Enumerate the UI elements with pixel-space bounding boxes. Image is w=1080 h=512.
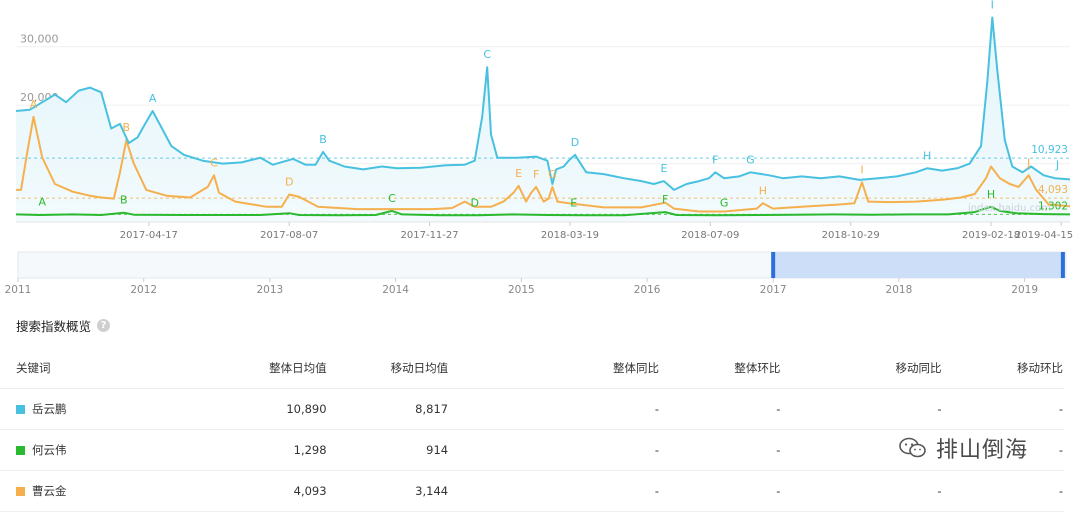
x-tick-label: 2018-03-19 [541, 230, 599, 241]
event-marker-label[interactable]: D [285, 176, 293, 189]
event-marker-label[interactable]: B [120, 194, 128, 207]
overview-year-label: 2019 [1011, 284, 1038, 296]
mobile-mom: - [942, 388, 1064, 430]
y-tick-label: 30,000 [20, 33, 59, 46]
overview-year-label: 2013 [256, 284, 283, 296]
series-end-value: 1,302 [1038, 200, 1068, 212]
x-tick-label: 2018-10-29 [822, 230, 880, 241]
legend-swatch [16, 487, 25, 496]
table-row: 岳云鹏 10,890 8,817 - - - - [0, 388, 1064, 430]
legend-swatch [16, 446, 25, 455]
series-end-value: 10,923 [1031, 144, 1068, 156]
x-tick-label: 2019-02-18 [962, 230, 1020, 241]
column-header: 移动环比 [942, 348, 1064, 389]
event-marker-label[interactable]: C [483, 48, 491, 61]
x-tick-label: 2018-07-09 [681, 230, 739, 241]
event-marker-label[interactable]: G [746, 153, 755, 166]
keyword-cell: 何云伟 [0, 429, 226, 471]
overview-table: 关键词 整体日均值 移动日均值 整体同比 整体环比 移动同比 移动环比 岳云鹏 … [0, 348, 1064, 512]
keyword-label: 何云伟 [32, 443, 67, 457]
event-marker-label[interactable]: F [712, 153, 718, 166]
event-marker-label[interactable]: J [1055, 159, 1059, 172]
overview-year-label: 2011 [5, 284, 32, 296]
mobile-average: 8,817 [327, 388, 450, 430]
event-marker-label[interactable]: F [662, 193, 668, 206]
legend-swatch [16, 405, 25, 414]
overview-year-label: 2017 [760, 284, 787, 296]
overall-mom: - [659, 388, 782, 430]
series-end-value: 4,093 [1038, 184, 1068, 196]
overview-title: 搜索指数概览 [16, 319, 92, 334]
overall-mom: - [659, 470, 782, 512]
search-index-chart: 10,00020,00030,000ABCDEFGHIJABCDEFGHIJAB… [5, 0, 1073, 296]
event-marker-label[interactable]: I [991, 0, 994, 12]
event-marker-label[interactable]: A [149, 92, 157, 105]
event-marker-label[interactable]: A [39, 196, 47, 209]
overview-year-label: 2014 [382, 284, 409, 296]
question-icon[interactable]: ? [97, 319, 111, 332]
keyword-cell: 岳云鹏 [0, 388, 226, 430]
event-marker-label[interactable]: B [319, 133, 327, 146]
table-row: 曹云金 4,093 3,144 - - - - [0, 470, 1064, 512]
column-header: 整体同比 [449, 348, 660, 389]
overview-heading: 搜索指数概览 ? [16, 316, 111, 335]
column-header: 移动同比 [781, 348, 943, 389]
event-marker-label[interactable]: E [660, 162, 667, 175]
column-header: 移动日均值 [327, 348, 450, 389]
range-handle-right[interactable] [1060, 252, 1065, 278]
range-handle-left[interactable] [771, 252, 776, 278]
overall-yoy: - [449, 470, 660, 512]
series-area-fill [16, 17, 1070, 222]
event-marker-label[interactable]: F [533, 168, 539, 181]
column-header: 整体日均值 [225, 348, 328, 389]
mobile-mom: - [942, 470, 1064, 512]
keyword-label: 曹云金 [32, 484, 67, 498]
overview-year-label: 2015 [508, 284, 535, 296]
event-marker-label[interactable]: C [210, 156, 218, 169]
overall-mom: - [659, 429, 782, 471]
watermark-text: 排山倒海 [936, 438, 1029, 463]
wechat-watermark: 排山倒海 [898, 432, 1028, 464]
event-marker-label[interactable]: J [1026, 156, 1030, 169]
event-marker-label[interactable]: G [720, 196, 729, 209]
event-marker-label[interactable]: E [570, 196, 577, 209]
event-marker-label[interactable]: H [987, 188, 995, 201]
x-tick-label: 2017-08-07 [260, 230, 318, 241]
mobile-yoy: - [781, 470, 943, 512]
table-header-row: 关键词 整体日均值 移动日均值 整体同比 整体环比 移动同比 移动环比 [0, 348, 1064, 389]
event-marker-label[interactable]: A [30, 98, 38, 111]
event-marker-label[interactable]: E [515, 167, 522, 180]
column-header: 关键词 [0, 348, 226, 389]
selected-range[interactable] [773, 252, 1063, 278]
mobile-average: 3,144 [327, 470, 450, 512]
x-tick-label: 2017-04-17 [120, 230, 178, 241]
mobile-yoy: - [781, 388, 943, 430]
event-marker-label[interactable]: C [388, 192, 396, 205]
event-marker-label[interactable]: H [759, 184, 767, 197]
overall-average: 10,890 [225, 388, 328, 430]
event-marker-label[interactable]: G [548, 168, 557, 181]
event-marker-label[interactable]: H [923, 149, 931, 162]
event-marker-label[interactable]: B [123, 121, 131, 134]
overall-average: 1,298 [225, 429, 328, 471]
overview-year-label: 2018 [886, 284, 913, 296]
event-marker-label[interactable]: D [470, 196, 478, 209]
mobile-average: 914 [327, 429, 450, 471]
event-marker-label[interactable]: I [860, 163, 863, 176]
overall-yoy: - [449, 429, 660, 471]
x-tick-label: 2017-11-27 [401, 230, 459, 241]
event-marker-label[interactable]: D [571, 136, 579, 149]
overall-average: 4,093 [225, 470, 328, 512]
keyword-label: 岳云鹏 [32, 402, 67, 416]
overview-year-label: 2012 [130, 284, 157, 296]
x-tick-label: 2019-04-15 [1015, 230, 1073, 241]
column-header: 整体环比 [659, 348, 782, 389]
overall-yoy: - [449, 388, 660, 430]
overview-year-label: 2016 [634, 284, 661, 296]
keyword-cell: 曹云金 [0, 470, 226, 512]
wechat-icon [899, 437, 926, 458]
